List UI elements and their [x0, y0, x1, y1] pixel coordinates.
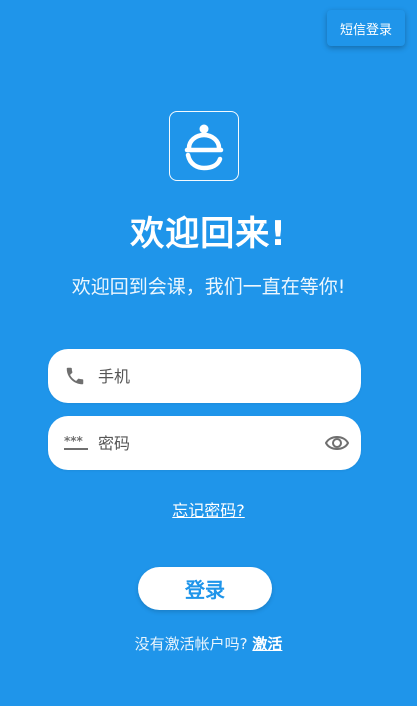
sms-login-button[interactable]: 短信登录 [327, 10, 405, 46]
svg-text:***: *** [64, 434, 84, 448]
activate-account-row: 没有激活帐户吗? 激活 [0, 633, 417, 654]
login-button[interactable]: 登录 [138, 567, 272, 610]
welcome-subtitle: 欢迎回到会课，我们一直在等你! [71, 276, 346, 298]
app-logo-icon [169, 111, 239, 181]
password-input[interactable] [98, 416, 318, 470]
phone-field[interactable] [48, 349, 361, 403]
activate-link[interactable]: 激活 [252, 635, 282, 653]
forgot-password-link[interactable]: 忘记密码? [0, 497, 417, 521]
activate-prompt: 没有激活帐户吗? [134, 635, 248, 653]
phone-input[interactable] [98, 349, 318, 403]
eye-icon[interactable] [325, 432, 349, 454]
password-dots-icon: *** [64, 434, 88, 452]
welcome-title: 欢迎回来! [130, 214, 287, 254]
password-field[interactable]: *** [48, 416, 361, 470]
phone-icon [64, 365, 86, 387]
